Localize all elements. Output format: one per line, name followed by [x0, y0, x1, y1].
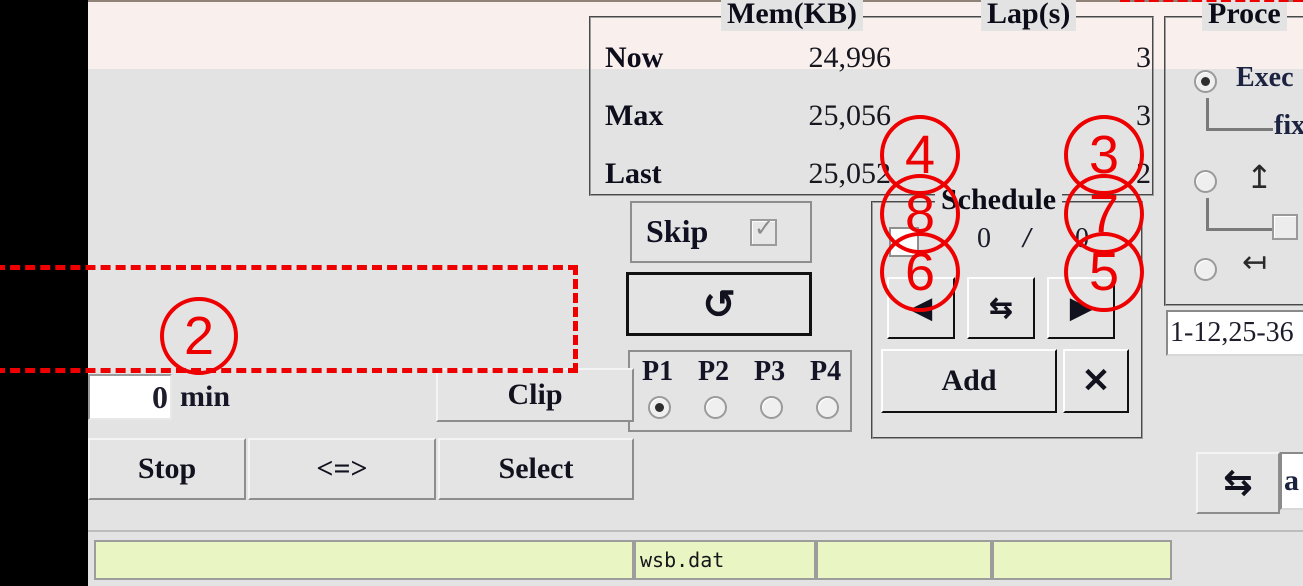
status-bar: wsb.dat: [88, 530, 1303, 586]
status-cell-filename: wsb.dat: [634, 540, 816, 580]
process-radio-home[interactable]: [1194, 258, 1217, 281]
select-button[interactable]: Select: [438, 438, 634, 500]
skip-checkbox[interactable]: [750, 214, 777, 246]
schedule-delete-button[interactable]: ✕: [1063, 349, 1129, 413]
schedule-next-button[interactable]: ▶: [1047, 277, 1115, 339]
lap-group-label: Lap(s): [981, 0, 1077, 31]
port-select-panel: P1 P2 P3 P4: [628, 350, 852, 432]
memory-lap-groupbox: Mem(KB) Lap(s) Now 24,996 3 Max 25,056 3…: [589, 0, 1154, 196]
lap-value-now: 3: [1136, 41, 1151, 74]
lap-value-max: 3: [1136, 99, 1151, 132]
offscreen-black-gutter: [0, 0, 88, 586]
port-radio-p2[interactable]: [704, 396, 727, 419]
process-range-input[interactable]: 1-12,25-36: [1166, 310, 1303, 356]
port-label-p2: P2: [698, 356, 730, 387]
mem-row-label-max: Max: [605, 99, 664, 132]
schedule-add-button[interactable]: Add: [881, 349, 1057, 413]
schedule-current-index: 0: [977, 223, 991, 254]
port-radio-p4[interactable]: [816, 396, 839, 419]
exec-fix-connector: [1206, 98, 1273, 131]
schedule-separator: /: [1023, 223, 1031, 254]
reload-button[interactable]: ↺: [626, 272, 812, 336]
schedule-enable-checkbox[interactable]: [889, 227, 919, 257]
schedule-groupbox: Schedule 0 / 0 ◀ ⇆ ▶ Add ✕: [871, 183, 1143, 439]
process-groupbox: Proce Exec fix ↥ ↤: [1164, 0, 1303, 306]
process-fix-label: fix: [1274, 110, 1303, 141]
skip-label: Skip: [646, 213, 709, 249]
mem-value-max: 25,056: [808, 99, 892, 132]
arrow-up-icon: ↥: [1246, 159, 1273, 195]
up-square-connector: [1206, 198, 1275, 231]
process-group-label: Proce: [1202, 0, 1287, 31]
schedule-total-count: 0: [1075, 223, 1089, 254]
mem-value-now: 24,996: [808, 41, 892, 74]
process-radio-exec[interactable]: [1194, 70, 1217, 93]
stop-button[interactable]: Stop: [88, 438, 246, 500]
port-label-p3: P3: [754, 356, 786, 387]
clip-button[interactable]: Clip: [436, 368, 634, 422]
mem-group-label: Mem(KB): [721, 0, 863, 31]
minutes-input[interactable]: 0: [88, 374, 172, 420]
status-cell-0: [94, 540, 634, 580]
application-window: Mem(KB) Lap(s) Now 24,996 3 Max 25,056 3…: [88, 0, 1303, 586]
arrow-left-bar-icon: ↤: [1242, 246, 1268, 279]
status-cell-2: [816, 540, 992, 580]
schedule-prev-button[interactable]: ◀: [887, 277, 955, 339]
port-radio-p1[interactable]: [648, 396, 671, 419]
io-text-input[interactable]: a: [1280, 452, 1303, 510]
schedule-swap-button[interactable]: ⇆: [967, 277, 1035, 339]
up-target-square[interactable]: [1272, 214, 1298, 240]
mem-row-label-now: Now: [605, 41, 664, 74]
process-radio-up[interactable]: [1194, 170, 1217, 193]
port-radio-p3[interactable]: [760, 396, 783, 419]
mem-row-label-last: Last: [605, 157, 662, 190]
port-label-p4: P4: [810, 356, 842, 387]
process-exec-label: Exec: [1236, 62, 1294, 93]
io-swap-button[interactable]: ⇆: [1196, 452, 1280, 514]
schedule-group-label: Schedule: [935, 183, 1063, 217]
swap-button[interactable]: <=>: [248, 438, 436, 500]
skip-panel: Skip: [630, 201, 812, 263]
mem-value-last: 25,052: [808, 157, 892, 190]
port-label-p1: P1: [642, 356, 674, 387]
status-cell-3: [992, 540, 1172, 580]
minutes-unit-label: min: [180, 380, 231, 413]
